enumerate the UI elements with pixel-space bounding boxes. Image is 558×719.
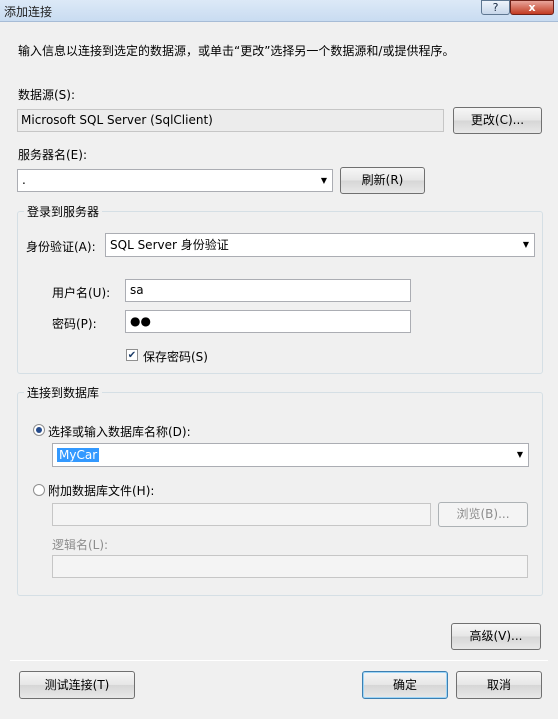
password-input[interactable]: ●●	[125, 310, 411, 333]
server-value: .	[22, 173, 26, 187]
close-button[interactable]: x	[510, 0, 554, 15]
checkmark-icon: ✔	[127, 349, 137, 361]
browse-button[interactable]: 浏览(B)...	[438, 502, 528, 527]
radio-dot-icon	[36, 427, 42, 433]
advanced-button[interactable]: 高级(V)...	[451, 623, 541, 650]
select-db-label: 选择或输入数据库名称(D):	[48, 425, 191, 439]
dropdown-arrow-icon[interactable]: ▼	[512, 444, 528, 466]
save-password-checkbox[interactable]: ✔	[126, 349, 138, 361]
password-label: 密码(P):	[52, 317, 97, 331]
auth-combo[interactable]: SQL Server 身份验证 ▼	[105, 233, 535, 257]
change-button[interactable]: 更改(C)...	[453, 107, 542, 134]
footer-separator	[10, 660, 548, 661]
logical-name-label: 逻辑名(L):	[52, 538, 109, 552]
dropdown-arrow-icon[interactable]: ▼	[518, 234, 534, 256]
help-button[interactable]: ?	[481, 0, 510, 15]
login-group-title: 登录到服务器	[24, 203, 103, 220]
auth-value: SQL Server 身份验证	[110, 238, 229, 252]
description-text: 输入信息以连接到选定的数据源，或单击“更改”选择另一个数据源和/或提供程序。	[18, 44, 455, 58]
db-name-combo[interactable]: MyCar ▼	[52, 443, 529, 467]
datasource-label: 数据源(S):	[18, 88, 76, 102]
test-connection-button[interactable]: 测试连接(T)	[19, 671, 135, 699]
auth-label: 身份验证(A):	[26, 240, 96, 254]
attach-file-input[interactable]	[52, 503, 431, 526]
window-title: 添加连接	[4, 5, 53, 19]
cancel-button[interactable]: 取消	[456, 671, 542, 699]
attach-file-radio[interactable]	[33, 484, 45, 496]
dropdown-arrow-icon[interactable]: ▼	[316, 170, 332, 191]
refresh-button[interactable]: 刷新(R)	[340, 167, 425, 194]
username-label: 用户名(U):	[52, 286, 111, 300]
attach-file-label: 附加数据库文件(H):	[48, 484, 155, 498]
select-db-radio[interactable]	[33, 424, 45, 436]
database-group-title: 连接到数据库	[24, 384, 103, 401]
server-label: 服务器名(E):	[18, 148, 87, 162]
logical-name-input[interactable]	[52, 555, 528, 578]
server-combo[interactable]: . ▼	[17, 169, 333, 192]
datasource-field: Microsoft SQL Server (SqlClient)	[17, 109, 444, 132]
ok-button[interactable]: 确定	[362, 671, 448, 699]
save-password-label: 保存密码(S)	[143, 350, 208, 364]
title-bar	[0, 0, 558, 22]
username-input[interactable]: sa	[125, 279, 411, 302]
db-name-value: MyCar	[57, 448, 100, 462]
